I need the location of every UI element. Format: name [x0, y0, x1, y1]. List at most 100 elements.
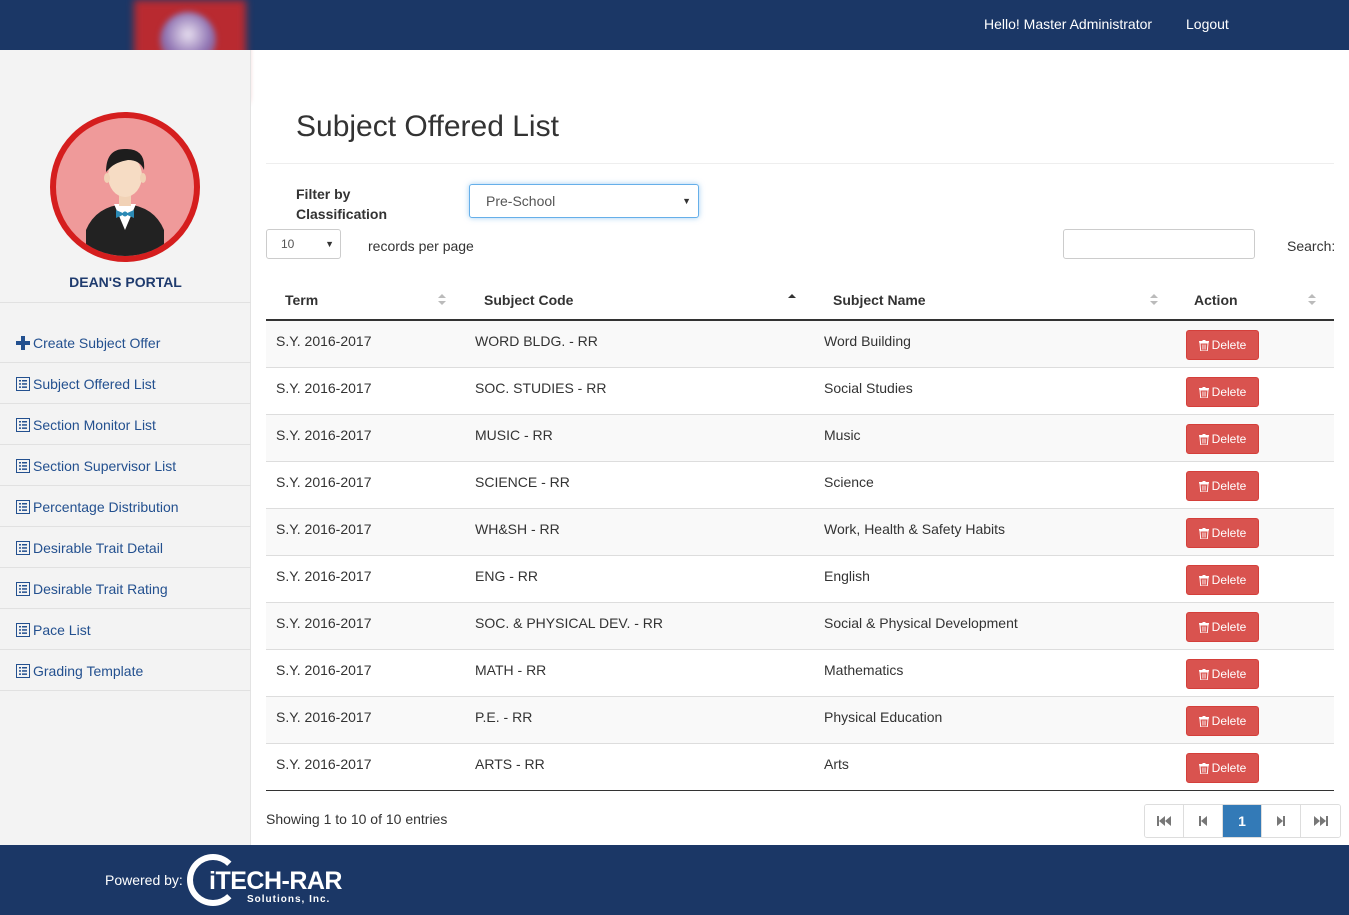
delete-button[interactable]: Delete	[1186, 471, 1259, 501]
sort-both-icon	[1150, 294, 1158, 305]
list-icon	[16, 664, 30, 678]
sidebar-item-label: Desirable Trait Detail	[33, 540, 163, 556]
table-header: Term Subject Code Subject Name Action	[266, 282, 1334, 321]
next-page-button[interactable]	[1262, 805, 1301, 837]
cell-subject-name: Social & Physical Development	[824, 615, 1018, 631]
cell-subject-name: Mathematics	[824, 662, 904, 678]
sidebar-item-percentage-distribution[interactable]: Percentage Distribution	[0, 486, 251, 527]
pagination: 1	[1144, 804, 1341, 838]
cell-term: S.Y. 2016-2017	[276, 756, 372, 772]
column-header-subject-name[interactable]: Subject Name	[833, 292, 926, 308]
powered-by-label: Powered by:	[105, 872, 183, 888]
cell-subject-code: MATH - RR	[475, 662, 547, 678]
delete-button[interactable]: Delete	[1186, 377, 1259, 407]
filter-label-line-2: Classification	[296, 206, 388, 222]
sort-both-icon	[1308, 294, 1316, 305]
company-logo-subtitle: Solutions, Inc.	[247, 894, 331, 905]
list-icon	[16, 500, 30, 514]
records-per-page-select[interactable]: 10 ▼	[266, 229, 341, 259]
sidebar-item-label: Create Subject Offer	[33, 335, 161, 351]
table-row: S.Y. 2016-2017 ARTS - RR Arts Delete	[266, 744, 1334, 791]
table-row: S.Y. 2016-2017 WH&SH - RR Work, Health &…	[266, 509, 1334, 556]
sidebar-item-desirable-trait-rating[interactable]: Desirable Trait Rating	[0, 568, 251, 609]
delete-label: Delete	[1211, 667, 1247, 681]
cell-subject-name: Science	[824, 474, 874, 490]
cell-subject-name: Physical Education	[824, 709, 943, 725]
delete-button[interactable]: Delete	[1186, 753, 1259, 783]
sidebar-item-label: Percentage Distribution	[33, 499, 179, 515]
subjects-table: Term Subject Code Subject Name Action S.…	[266, 282, 1334, 791]
sidebar-item-label: Section Supervisor List	[33, 458, 177, 474]
sidebar-item-pace-list[interactable]: Pace List	[0, 609, 251, 650]
column-header-term[interactable]: Term	[285, 292, 318, 308]
sidebar-item-section-supervisor-list[interactable]: Section Supervisor List	[0, 445, 251, 486]
cell-subject-name: Music	[824, 427, 861, 443]
delete-label: Delete	[1211, 338, 1247, 352]
cell-subject-code: WORD BLDG. - RR	[475, 333, 598, 349]
sidebar-item-label: Pace List	[33, 622, 91, 638]
portal-title: DEAN'S PORTAL	[69, 274, 182, 290]
trash-icon	[1198, 621, 1209, 633]
list-icon	[16, 459, 30, 473]
delete-label: Delete	[1211, 620, 1247, 634]
records-per-page-label: records per page	[368, 238, 474, 254]
page-1-button[interactable]: 1	[1223, 805, 1262, 837]
cell-term: S.Y. 2016-2017	[276, 333, 372, 349]
sidebar-item-desirable-trait-detail[interactable]: Desirable Trait Detail	[0, 527, 251, 568]
table-row: S.Y. 2016-2017 SOC. STUDIES - RR Social …	[266, 368, 1334, 415]
sidebar-item-grading-template[interactable]: Grading Template	[0, 650, 251, 691]
delete-label: Delete	[1211, 714, 1247, 728]
search-label: Search:	[1287, 238, 1336, 254]
cell-subject-code: ENG - RR	[475, 568, 538, 584]
list-icon	[16, 623, 30, 637]
classification-select-value: Pre-School	[486, 193, 556, 209]
first-page-button[interactable]	[1145, 805, 1184, 837]
delete-button[interactable]: Delete	[1186, 612, 1259, 642]
cell-subject-code: MUSIC - RR	[475, 427, 553, 443]
delete-button[interactable]: Delete	[1186, 424, 1259, 454]
cell-subject-code: ARTS - RR	[475, 756, 545, 772]
trash-icon	[1198, 386, 1209, 398]
delete-button[interactable]: Delete	[1186, 706, 1259, 736]
sidebar-item-subject-offered-list[interactable]: Subject Offered List	[0, 363, 251, 404]
records-per-page-value: 10	[281, 237, 295, 251]
plus-icon	[16, 336, 30, 350]
step-forward-icon	[1277, 816, 1285, 826]
sidebar: DEAN'S PORTAL Create Subject Offer Subje…	[0, 50, 251, 845]
delete-button[interactable]: Delete	[1186, 565, 1259, 595]
cell-term: S.Y. 2016-2017	[276, 709, 372, 725]
list-icon	[16, 541, 30, 555]
cell-subject-code: SCIENCE - RR	[475, 474, 570, 490]
sidebar-item-label: Section Monitor List	[33, 417, 156, 433]
list-icon	[16, 418, 30, 432]
trash-icon	[1198, 527, 1209, 539]
delete-button[interactable]: Delete	[1186, 330, 1259, 360]
cell-term: S.Y. 2016-2017	[276, 474, 372, 490]
classification-select[interactable]: Pre-School ▼	[469, 184, 699, 218]
delete-button[interactable]: Delete	[1186, 518, 1259, 548]
delete-label: Delete	[1211, 385, 1247, 399]
delete-button[interactable]: Delete	[1186, 659, 1259, 689]
filter-label-line-1: Filter by	[296, 186, 351, 202]
sidebar-item-section-monitor-list[interactable]: Section Monitor List	[0, 404, 251, 445]
last-page-button[interactable]	[1301, 805, 1340, 837]
logout-link[interactable]: Logout	[1186, 16, 1229, 32]
table-row: S.Y. 2016-2017 MUSIC - RR Music Delete	[266, 415, 1334, 462]
greeting-text: Hello! Master Administrator	[984, 16, 1153, 32]
search-input[interactable]	[1063, 229, 1255, 259]
sidebar-item-label: Desirable Trait Rating	[33, 581, 168, 597]
table-row: S.Y. 2016-2017 SCIENCE - RR Science Dele…	[266, 462, 1334, 509]
column-header-action[interactable]: Action	[1194, 292, 1238, 308]
column-header-subject-code[interactable]: Subject Code	[484, 292, 573, 308]
cell-term: S.Y. 2016-2017	[276, 568, 372, 584]
sidebar-item-create-subject-offer[interactable]: Create Subject Offer	[0, 322, 251, 363]
title-divider	[266, 163, 1334, 164]
previous-page-button[interactable]	[1184, 805, 1223, 837]
delete-label: Delete	[1211, 761, 1247, 775]
user-avatar-icon	[50, 112, 200, 262]
sort-both-icon	[438, 294, 446, 305]
skip-first-icon	[1157, 816, 1171, 826]
footer: Powered by: iTECH-RAR Solutions, Inc.	[0, 845, 1349, 915]
sidebar-menu: Create Subject Offer Subject Offered Lis…	[0, 322, 251, 691]
list-icon	[16, 377, 30, 391]
